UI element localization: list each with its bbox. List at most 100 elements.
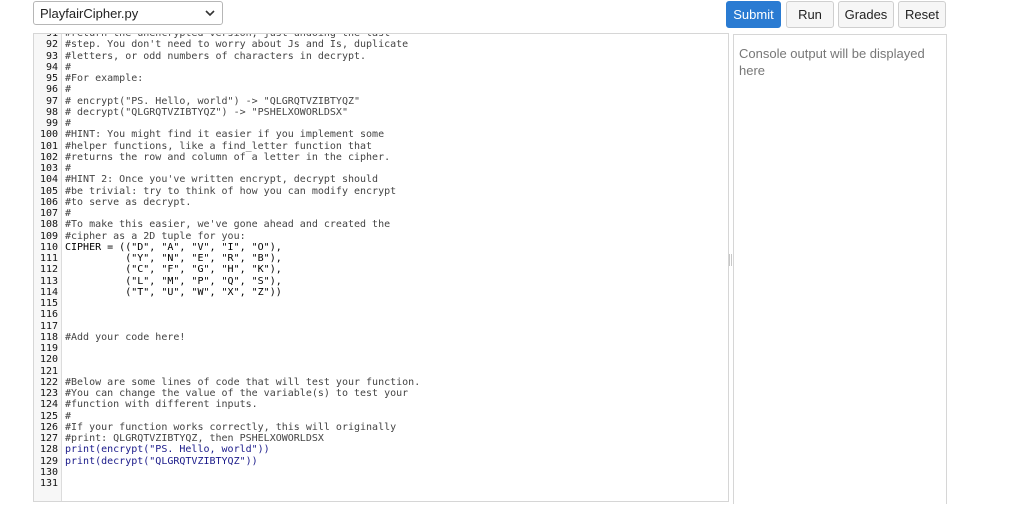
code-text: #be trivial: try to think of how you can… — [65, 185, 397, 197]
code-text: #To make this easier, we've gone ahead a… — [65, 219, 391, 231]
line-number: 131 — [39, 478, 58, 489]
code-line: 122 #Below are some lines of code that wi… — [34, 377, 728, 388]
line-number: 108 — [39, 219, 58, 231]
code-line: 123 #You can change the value of the vari… — [34, 388, 728, 399]
line-number: 116 — [39, 309, 58, 321]
code-text: # — [65, 163, 72, 174]
code-text: #You can change the value of the variabl… — [65, 388, 409, 399]
code-line: 103 # — [34, 163, 728, 174]
line-number: 112 — [39, 264, 58, 276]
code-line: 100 #HINT: You might find it easier if yo… — [34, 129, 728, 140]
code-line: 93 #letters, or odd numbers of characters… — [34, 51, 728, 62]
line-number: 94 — [45, 61, 58, 73]
line-number: 114 — [39, 286, 58, 298]
code-line: 106 #to serve as decrypt. — [34, 197, 728, 208]
code-editor[interactable]: 91 #return the unencrypted version, just … — [33, 33, 729, 502]
code-line: 112 ("C", "F", "G", "H", "K"), — [34, 264, 728, 275]
code-text: #Add your code here! — [65, 331, 186, 343]
line-number: 117 — [39, 320, 58, 332]
line-number: 120 — [39, 354, 58, 366]
code-line: 104 #HINT 2: Once you've written encrypt,… — [34, 174, 728, 185]
code-line: 118 #Add your code here! — [34, 332, 728, 343]
code-text: # — [65, 61, 72, 73]
line-number: 102 — [39, 151, 58, 163]
code-line: 130 — [34, 467, 728, 478]
code-line: 124 #function with different inputs. — [34, 399, 728, 410]
line-number: 92 — [45, 39, 58, 51]
code-text: # — [65, 84, 72, 96]
submit-button[interactable]: Submit — [726, 1, 781, 28]
code-text: # — [65, 410, 72, 422]
file-select-dropdown[interactable]: PlayfairCipher.py — [33, 1, 223, 25]
file-select-value: PlayfairCipher.py — [40, 5, 139, 21]
code-text: # — [65, 118, 72, 129]
code-line: 113 ("L", "M", "P", "Q", "S"), — [34, 276, 728, 287]
code-text: #cipher as a 2D tuple for you: — [65, 230, 246, 242]
line-number: 121 — [39, 365, 58, 377]
code-text: # — [65, 208, 72, 219]
code-line: 116 — [34, 309, 728, 320]
code-text: ("L", "M", "P", "Q", "S"), — [65, 275, 282, 287]
line-number: 95 — [45, 73, 58, 84]
code-line: 94 # — [34, 62, 728, 73]
line-number: 103 — [39, 163, 58, 174]
grades-button[interactable]: Grades — [838, 1, 894, 28]
reset-button[interactable]: Reset — [898, 1, 946, 28]
code-text: #HINT 2: Once you've written encrypt, de… — [65, 174, 379, 186]
code-line: 102 #returns the row and column of a lett… — [34, 152, 728, 163]
code-line: 114 ("T", "U", "W", "X", "Z")) — [34, 287, 728, 298]
code-line: 111 ("Y", "N", "E", "R", "B"), — [34, 253, 728, 264]
line-number: 123 — [39, 388, 58, 399]
line-number: 104 — [39, 174, 58, 186]
line-number: 128 — [39, 444, 58, 456]
code-line: 131 — [34, 478, 728, 489]
line-number: 110 — [39, 241, 58, 253]
code-line: 128 print(encrypt("PS. Hello, world")) — [34, 444, 728, 455]
code-text: # decrypt("QLGRQTVZIBTYQZ") -> "PSHELXOW… — [65, 106, 348, 118]
code-text: #helper functions, like a find_letter fu… — [65, 140, 373, 152]
line-number: 98 — [45, 106, 58, 118]
code-line: 117 — [34, 321, 728, 332]
code-line: 115 — [34, 298, 728, 309]
line-number: 113 — [39, 275, 58, 287]
code-text: #If your function works correctly, this … — [65, 421, 397, 433]
code-line: 129 print(decrypt("QLGRQTVZIBTYQZ")) — [34, 456, 728, 467]
code-line: 109 #cipher as a 2D tuple for you: — [34, 231, 728, 242]
line-number: 106 — [39, 196, 58, 208]
line-number: 115 — [39, 298, 58, 309]
code-line: 107 # — [34, 208, 728, 219]
code-line: 95 #For example: — [34, 73, 728, 84]
code-text: #HINT: You might find it easier if you i… — [65, 129, 385, 141]
code-text: print(encrypt("PS. Hello, world")) — [65, 444, 270, 456]
code-text: ("T", "U", "W", "X", "Z")) — [65, 286, 282, 298]
code-line: 92 #step. You don't need to worry about J… — [34, 39, 728, 50]
code-line: 110 CIPHER = (("D", "A", "V", "I", "O"), — [34, 242, 728, 253]
line-number: 124 — [39, 399, 58, 411]
code-text: #Below are some lines of code that will … — [65, 376, 421, 388]
line-number: 107 — [39, 208, 58, 219]
run-button[interactable]: Run — [786, 1, 834, 28]
pane-splitter-handle[interactable] — [729, 254, 732, 266]
line-number: 97 — [45, 95, 58, 107]
code-text: # encrypt("PS. Hello, world") -> "QLGRQT… — [65, 95, 361, 107]
code-text: #print: QLGRQTVZIBTYQZ, then PSHELXOWORL… — [65, 433, 324, 444]
line-number: 125 — [39, 410, 58, 422]
line-number: 119 — [39, 343, 58, 354]
console-output-panel: Console output will be displayed here — [733, 34, 947, 504]
code-lines: 91 #return the unencrypted version, just … — [34, 34, 728, 489]
line-number: 127 — [39, 433, 58, 444]
line-number: 93 — [45, 50, 58, 62]
code-line: 96 # — [34, 84, 728, 95]
line-number: 111 — [39, 253, 58, 264]
code-text: print(decrypt("QLGRQTVZIBTYQZ")) — [65, 455, 258, 467]
line-number: 100 — [39, 129, 58, 141]
code-text: #to serve as decrypt. — [65, 196, 192, 208]
line-number: 118 — [39, 331, 58, 343]
line-number: 96 — [45, 84, 58, 96]
code-text: #For example: — [65, 73, 144, 84]
code-line: 121 — [34, 366, 728, 377]
code-text: #function with different inputs. — [65, 399, 258, 411]
code-text: ("C", "F", "G", "H", "K"), — [65, 264, 282, 276]
code-line: 101 #helper functions, like a find_letter… — [34, 141, 728, 152]
line-number: 129 — [39, 455, 58, 467]
